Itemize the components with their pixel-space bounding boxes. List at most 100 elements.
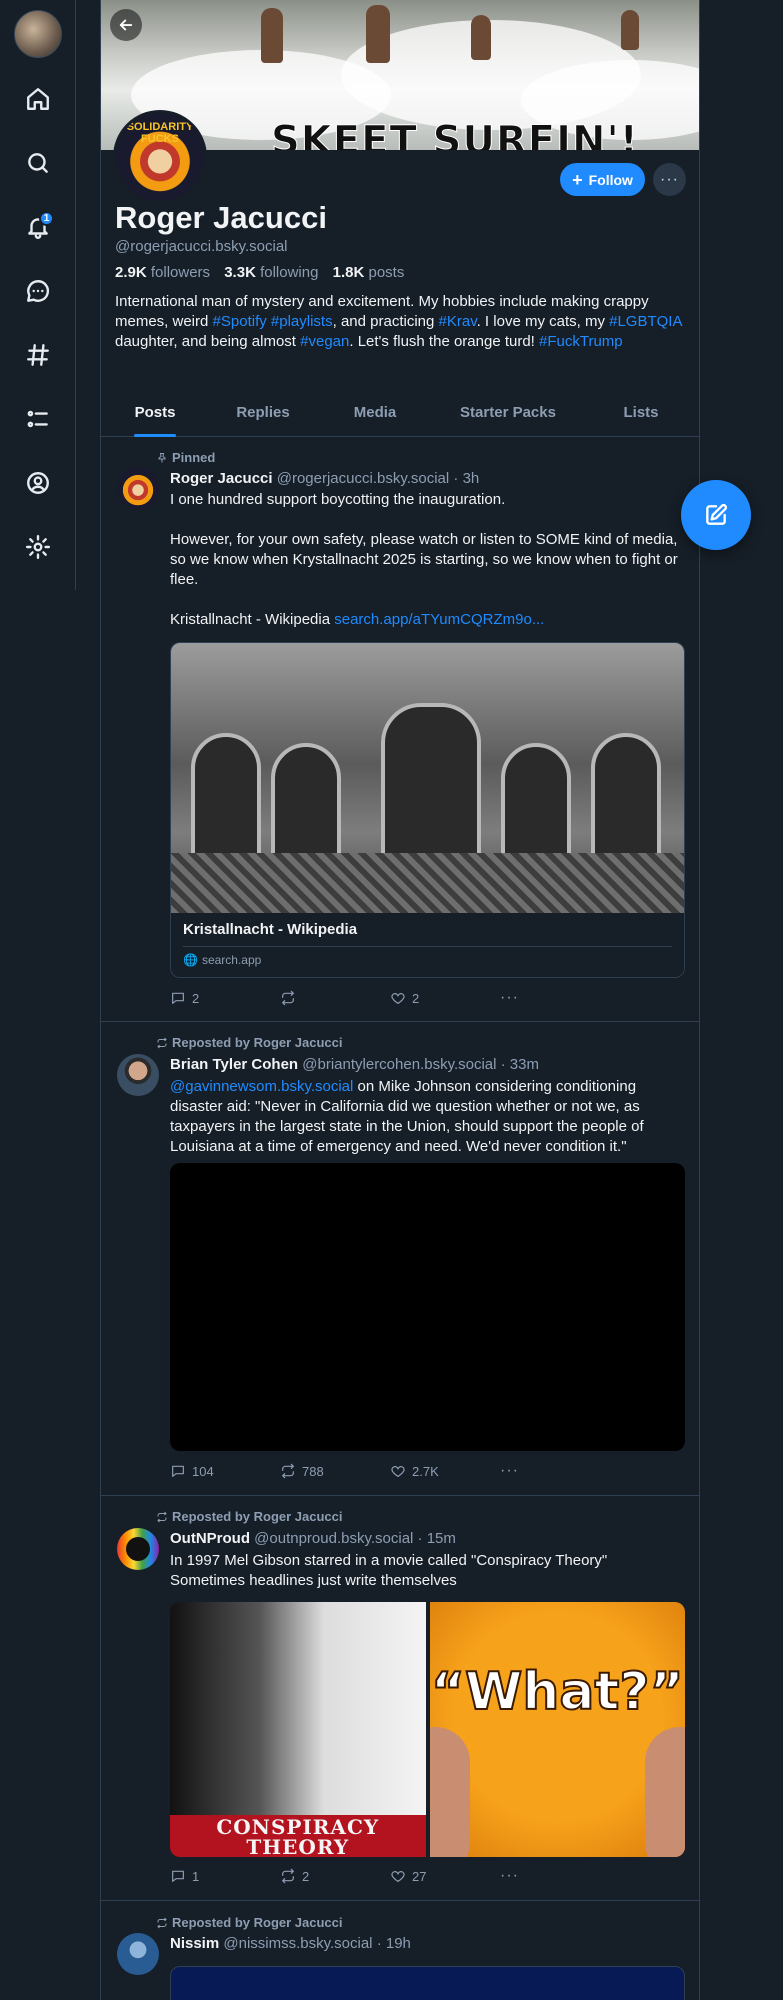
reply-button[interactable]: 1: [170, 1867, 280, 1885]
post-embed[interactable]: [170, 1966, 685, 2000]
tab-posts[interactable]: Posts: [101, 395, 209, 436]
profile-name: Roger Jacucci: [115, 200, 327, 235]
hashtag-link[interactable]: #LGBTQIA: [609, 313, 682, 330]
profile-avatar[interactable]: SOLIDARITY FUCKS: [113, 110, 207, 204]
author-handle[interactable]: @outnproud.bsky.social: [254, 1530, 413, 1547]
ellipsis-icon: ···: [500, 1462, 519, 1479]
feed-post[interactable]: Reposted by Roger Jacucci Nissim @nissim…: [101, 1901, 699, 2000]
hashtag-link[interactable]: #playlists: [271, 313, 333, 330]
home-icon[interactable]: [22, 83, 54, 115]
reply-button[interactable]: 104: [170, 1462, 280, 1480]
banner-text: SKEET SURFIN'!: [271, 118, 639, 151]
post-more-button[interactable]: ···: [500, 989, 610, 1007]
post-text: @gavinnewsom.bsky.social on Mike Johnson…: [170, 1078, 644, 1155]
like-button[interactable]: 2: [390, 989, 500, 1007]
post-actions: 1 2 27 ···: [170, 1867, 610, 1885]
link-card[interactable]: Kristallnacht - Wikipedia 🌐 search.app: [170, 642, 685, 978]
back-button[interactable]: [110, 9, 142, 41]
author-name[interactable]: Brian Tyler Cohen: [170, 1056, 298, 1073]
profile-handle: @rogerjacucci.bsky.social: [115, 238, 288, 255]
post-header: Nissim @nissimss.bsky.social · 19h: [170, 1935, 411, 1952]
followers-link[interactable]: 2.9K followers: [115, 264, 210, 281]
profile-icon[interactable]: [22, 467, 54, 499]
search-icon[interactable]: [22, 147, 54, 179]
image-gallery: CONSPIRACY THEORY “What?”: [170, 1602, 685, 1857]
repost-button[interactable]: 788: [280, 1462, 390, 1480]
post-more-button[interactable]: ···: [500, 1867, 610, 1885]
video-player[interactable]: [170, 1163, 685, 1451]
notifications-badge: 1: [39, 211, 54, 226]
follow-label: Follow: [588, 171, 633, 188]
link-card-host: 🌐 search.app: [183, 953, 262, 967]
author-handle[interactable]: @rogerjacucci.bsky.social: [277, 470, 450, 487]
gear-icon[interactable]: [22, 531, 54, 563]
avatar[interactable]: [117, 1933, 159, 1975]
feed-post[interactable]: Reposted by Roger Jacucci Brian Tyler Co…: [101, 1022, 699, 1496]
tab-replies[interactable]: Replies: [209, 395, 317, 436]
hashtag-link[interactable]: #FuckTrump: [539, 333, 623, 350]
repost-button[interactable]: 2: [280, 1867, 390, 1885]
post-header: Roger Jacucci @rogerjacucci.bsky.social …: [170, 470, 479, 487]
avatar[interactable]: [117, 1054, 159, 1096]
avatar[interactable]: [117, 1528, 159, 1570]
image-caption: “What?”: [430, 1661, 685, 1723]
arrow-left-icon: [119, 19, 133, 31]
current-user-avatar[interactable]: [14, 10, 62, 58]
author-handle[interactable]: @nissimss.bsky.social: [223, 1935, 372, 1952]
post-image[interactable]: CONSPIRACY THEORY: [170, 1602, 426, 1857]
avatar[interactable]: [117, 467, 159, 509]
reply-button[interactable]: 2: [170, 989, 280, 1007]
like-button[interactable]: 2.7K: [390, 1462, 500, 1480]
avatar-stamp-text: SOLIDARITY FUCKS: [126, 121, 194, 145]
author-name[interactable]: Nissim: [170, 1935, 219, 1952]
author-name[interactable]: OutNProud: [170, 1530, 250, 1547]
plus-icon: +: [572, 169, 583, 190]
left-nav: 1: [0, 0, 76, 590]
feed-post[interactable]: Pinned Roger Jacucci @rogerjacucci.bsky.…: [101, 437, 699, 1022]
tab-lists[interactable]: Lists: [583, 395, 699, 436]
author-handle[interactable]: @briantylercohen.bsky.social: [302, 1056, 496, 1073]
post-text: I one hundred support boycotting the ina…: [170, 491, 678, 628]
repost-indicator: Reposted by Roger Jacucci: [156, 1035, 343, 1050]
reply-icon: [172, 992, 184, 1004]
compose-icon: [706, 504, 727, 525]
post-image[interactable]: “What?”: [429, 1602, 685, 1857]
repost-icon: [282, 990, 294, 1006]
heart-icon: [391, 1871, 405, 1882]
follow-button[interactable]: + Follow: [560, 163, 645, 196]
hashtag-link[interactable]: #Krav: [439, 313, 477, 330]
ellipsis-icon: ···: [660, 170, 679, 188]
post-time[interactable]: · 3h: [453, 470, 479, 487]
pin-icon: [158, 452, 166, 462]
tab-starter-packs[interactable]: Starter Packs: [433, 395, 583, 436]
repost-icon: [282, 1868, 294, 1884]
link-card-image: [171, 643, 684, 913]
notifications-button[interactable]: 1: [22, 211, 54, 243]
profile-more-button[interactable]: ···: [653, 163, 686, 196]
following-link[interactable]: 3.3K following: [224, 264, 318, 281]
author-name[interactable]: Roger Jacucci: [170, 470, 273, 487]
feed-post[interactable]: Reposted by Roger Jacucci OutNProud @out…: [101, 1496, 699, 1901]
like-button[interactable]: 27: [390, 1867, 500, 1885]
hash-icon[interactable]: [22, 339, 54, 371]
post-link[interactable]: search.app/aTYumCQRZm9o...: [334, 611, 544, 628]
mention-link[interactable]: @gavinnewsom.bsky.social: [170, 1078, 353, 1095]
post-more-button[interactable]: ···: [500, 1462, 610, 1480]
heart-icon: [391, 1466, 405, 1477]
hashtag-link[interactable]: #Spotify: [213, 313, 267, 330]
reply-icon: [172, 1870, 184, 1882]
chat-icon[interactable]: [22, 275, 54, 307]
list-icon[interactable]: [22, 403, 54, 435]
ellipsis-icon: ···: [500, 1867, 519, 1884]
post-time[interactable]: · 19h: [377, 1935, 411, 1952]
repost-indicator: Reposted by Roger Jacucci: [156, 1509, 343, 1524]
heart-icon: [391, 993, 405, 1004]
post-time[interactable]: · 15m: [418, 1530, 456, 1547]
post-time[interactable]: · 33m: [501, 1056, 539, 1073]
repost-button[interactable]: [280, 989, 390, 1007]
compose-button[interactable]: [681, 480, 751, 550]
hashtag-link[interactable]: #vegan: [300, 333, 349, 350]
posts-count: 1.8K posts: [332, 264, 405, 281]
tab-media[interactable]: Media: [317, 395, 433, 436]
ellipsis-icon: ···: [500, 989, 519, 1006]
